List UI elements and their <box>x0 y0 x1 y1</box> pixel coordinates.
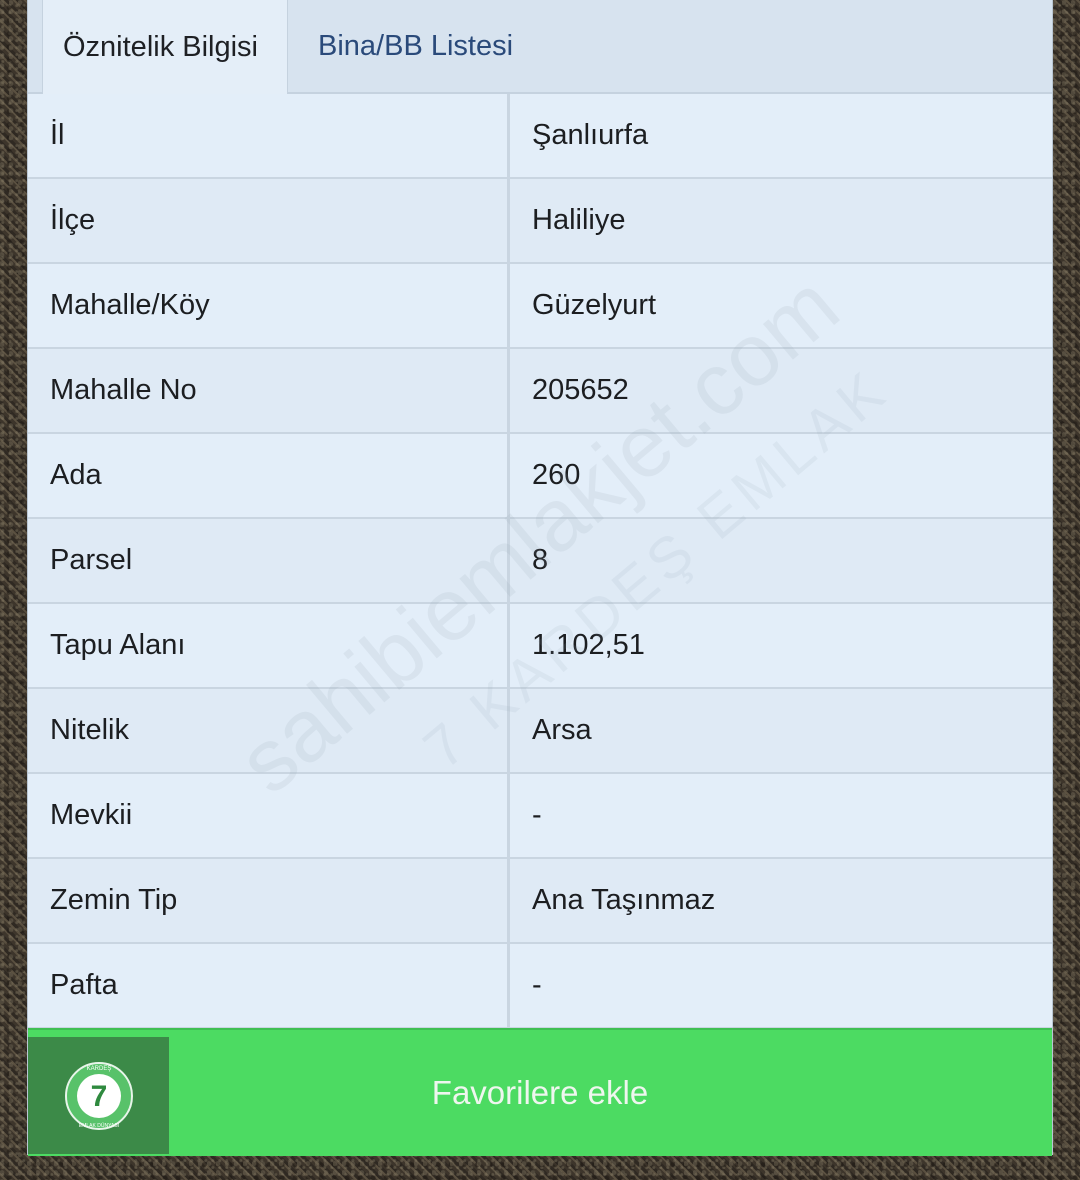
row-value: Şanlıurfa <box>532 119 649 151</box>
row-value: - <box>532 969 542 1001</box>
brand-logo: 7 KARDEŞ EMLAK DÜNYASI <box>28 1037 169 1154</box>
row-value: 260 <box>532 459 581 491</box>
logo-top-text: KARDEŞ <box>86 1066 111 1072</box>
row-label: Tapu Alanı <box>28 604 510 687</box>
table-row: Mahalle No 205652 <box>28 349 1052 434</box>
row-label: İl <box>28 94 510 177</box>
table-row: Pafta - <box>28 944 1052 1029</box>
add-to-favorites-label: Favorilere ekle <box>431 1074 649 1111</box>
table-row: Nitelik Arsa <box>28 689 1052 774</box>
tab-bar: Öznitelik Bilgisi Bina/BB Listesi <box>28 0 1052 94</box>
row-label: Parsel <box>28 519 510 602</box>
seven-logo-icon: 7 KARDEŞ EMLAK DÜNYASI <box>64 1061 133 1130</box>
row-value: 205652 <box>532 374 629 406</box>
attribute-panel: Öznitelik Bilgisi Bina/BB Listesi İl Şan… <box>28 0 1052 1156</box>
tab-attribute-info-label: Öznitelik Bilgisi <box>63 30 258 63</box>
tab-building-list-label: Bina/BB Listesi <box>318 29 514 62</box>
row-label: Mevkii <box>28 774 510 857</box>
row-label: Mahalle No <box>28 349 510 432</box>
tab-attribute-info[interactable]: Öznitelik Bilgisi <box>42 0 288 94</box>
table-row: Parsel 8 <box>28 519 1052 604</box>
row-value: Arsa <box>532 714 592 746</box>
logo-bottom-text: EMLAK DÜNYASI <box>78 1122 118 1129</box>
table-row: Mevkii - <box>28 774 1052 859</box>
row-value: 8 <box>532 544 549 576</box>
row-value: 1.102,51 <box>532 629 645 661</box>
tab-building-list[interactable]: Bina/BB Listesi <box>290 0 590 92</box>
logo-number: 7 <box>90 1080 107 1113</box>
add-to-favorites-button[interactable]: Favorilere ekle <box>28 1028 1052 1156</box>
row-value: - <box>532 799 542 831</box>
row-label: Nitelik <box>28 689 510 772</box>
table-row: Ada 260 <box>28 434 1052 519</box>
table-row: Mahalle/Köy Güzelyurt <box>28 264 1052 349</box>
row-label: Zemin Tip <box>28 859 510 942</box>
row-label: Pafta <box>28 944 510 1027</box>
row-value: Haliliye <box>532 204 626 236</box>
table-row: İl Şanlıurfa <box>28 94 1052 179</box>
table-row: Tapu Alanı 1.102,51 <box>28 604 1052 689</box>
table-row: İlçe Haliliye <box>28 179 1052 264</box>
row-label: İlçe <box>28 179 510 262</box>
table-row: Zemin Tip Ana Taşınmaz <box>28 859 1052 944</box>
row-label: Ada <box>28 434 510 517</box>
row-value: Güzelyurt <box>532 289 657 321</box>
row-value: Ana Taşınmaz <box>532 884 716 916</box>
attribute-table: İl Şanlıurfa İlçe Haliliye Mahalle/Köy G… <box>28 94 1052 1029</box>
row-label: Mahalle/Köy <box>28 264 510 347</box>
